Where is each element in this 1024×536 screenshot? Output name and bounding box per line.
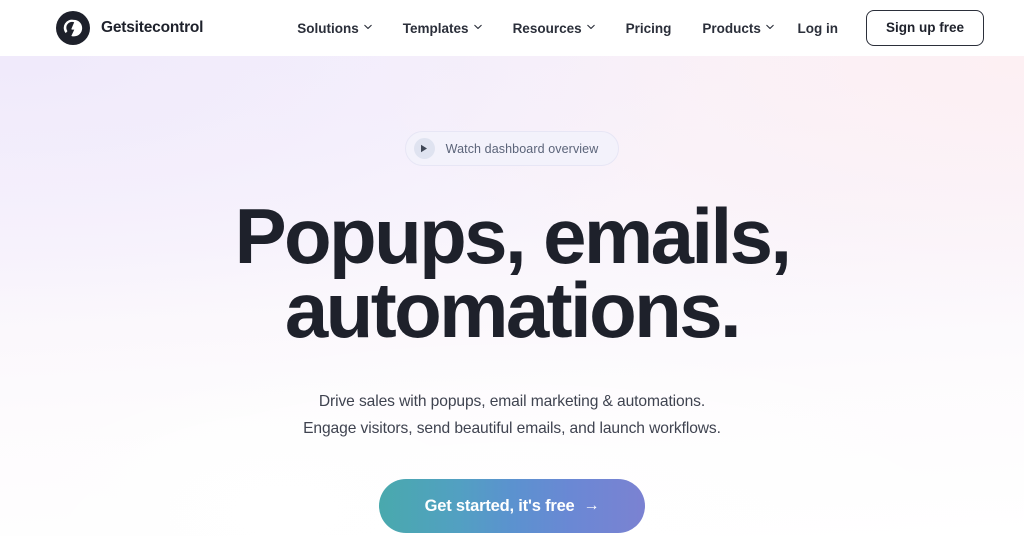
main-navigation: Solutions Templates Resources Pricing Pr… <box>297 21 774 36</box>
landing-page: Getsitecontrol Solutions Templates Resou… <box>0 0 1024 536</box>
page-title: Popups, emails, automations. <box>234 192 792 355</box>
get-started-label: Get started, it's free <box>424 496 575 515</box>
hero-section: Watch dashboard overview Popups, emails,… <box>0 56 1024 536</box>
nav-item-label: Resources <box>512 20 582 36</box>
watch-dashboard-overview-badge[interactable]: Watch dashboard overview <box>404 131 620 166</box>
subheading-line-1: Drive sales with popups, email marketing… <box>318 393 706 411</box>
nav-item-solutions[interactable]: Solutions <box>297 21 372 36</box>
signup-free-button[interactable]: Sign up free <box>865 10 984 46</box>
headline-line-2: automations. <box>284 266 742 355</box>
brand-logo-link[interactable]: Getsitecontrol <box>56 11 203 45</box>
nav-item-label: Pricing <box>625 20 672 36</box>
nav-item-label: Solutions <box>297 20 359 36</box>
get-started-button[interactable]: Get started, it's free → <box>378 478 646 534</box>
chevron-down-icon <box>364 23 372 31</box>
nav-item-templates[interactable]: Templates <box>403 21 482 36</box>
header-actions: Log in Sign up free <box>797 10 984 46</box>
nav-item-products[interactable]: Products <box>702 21 774 36</box>
arrow-right-icon: → <box>583 497 600 515</box>
getsitecontrol-logo-icon <box>56 11 90 45</box>
chevron-down-icon <box>766 23 774 31</box>
nav-item-pricing[interactable]: Pricing <box>626 21 672 36</box>
site-header: Getsitecontrol Solutions Templates Resou… <box>0 0 1024 56</box>
hero-subheading: Drive sales with popups, email marketing… <box>303 389 721 443</box>
nav-item-resources[interactable]: Resources <box>513 21 595 36</box>
chevron-down-icon <box>473 23 482 31</box>
hero-content: Watch dashboard overview Popups, emails,… <box>0 56 1024 534</box>
chevron-down-icon <box>586 23 595 31</box>
subheading-line-2: Engage visitors, send beautiful emails, … <box>303 420 721 437</box>
login-link[interactable]: Log in <box>797 21 838 36</box>
watch-dashboard-overview-label: Watch dashboard overview <box>445 141 599 156</box>
brand-name: Getsitecontrol <box>101 19 204 36</box>
nav-item-label: Templates <box>402 20 469 36</box>
nav-item-label: Products <box>702 20 761 36</box>
play-icon <box>413 138 435 159</box>
headline-line-1: Popups, emails, <box>234 192 792 280</box>
